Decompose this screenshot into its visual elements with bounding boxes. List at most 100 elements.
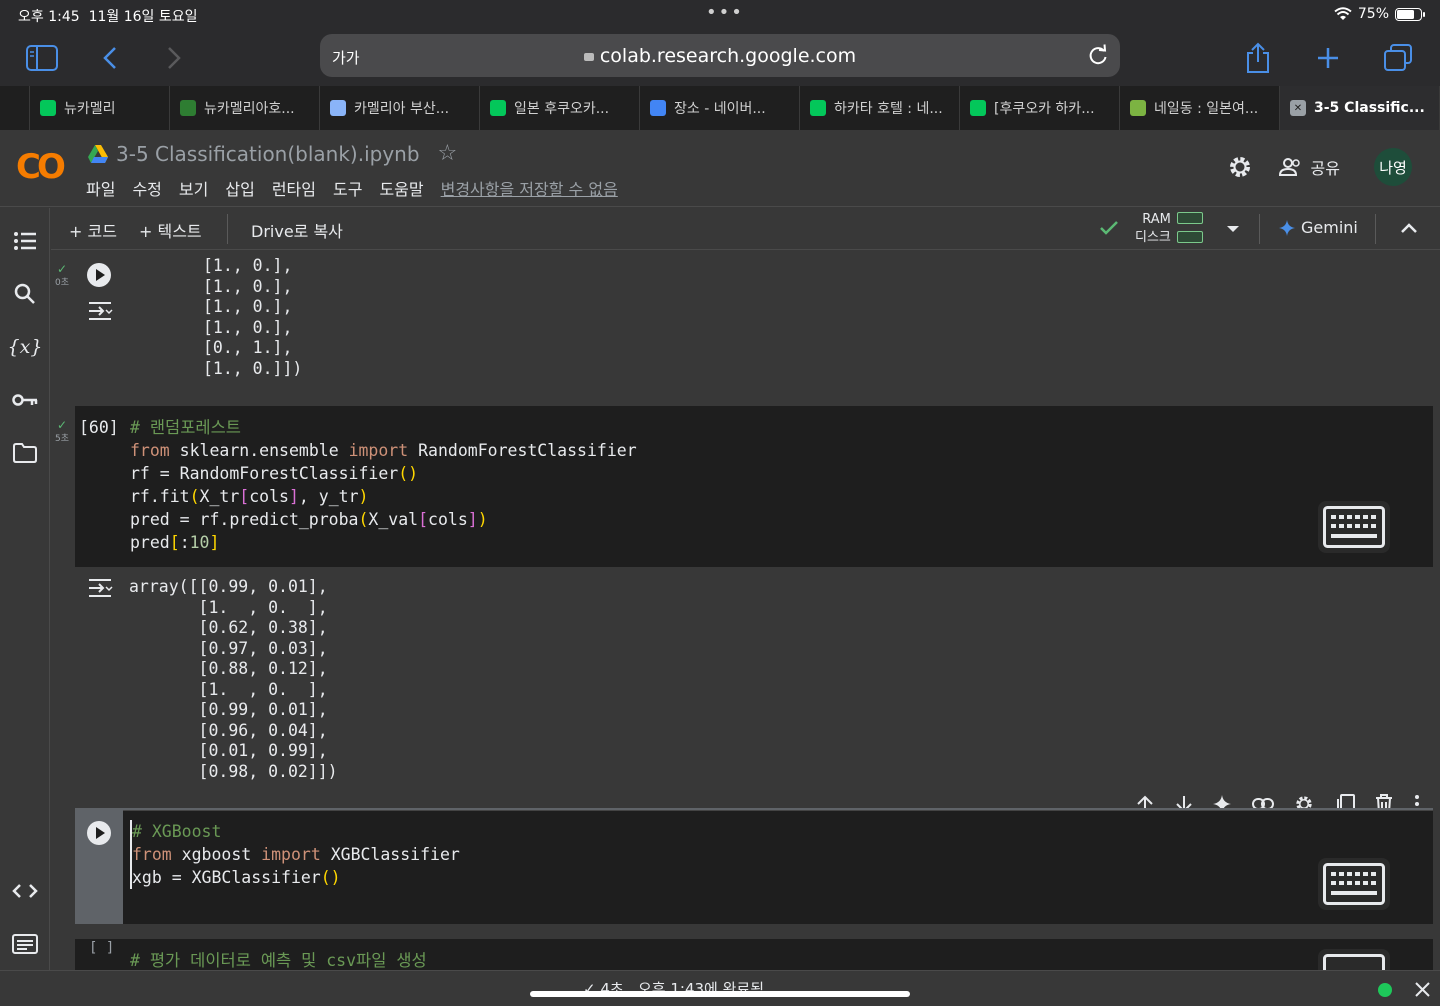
menu-item[interactable]: 도움말 (379, 176, 423, 200)
browser-tab[interactable]: 일본 후쿠오카... (480, 86, 640, 130)
add-code-button[interactable]: + 코드 (69, 218, 117, 242)
battery-percent: 75% (1357, 6, 1389, 22)
shield-icon (180, 100, 196, 116)
copy-to-drive-button[interactable]: Drive로 복사 (251, 218, 343, 242)
menu-bar: 파일 수정 보기 삽입 런타임 도구 도움말 변경사항을 저장할 수 없음 (86, 176, 618, 200)
keyboard-icon (1323, 506, 1385, 548)
output-line: [1. , 0. ], (129, 597, 328, 617)
run-cell-button[interactable] (87, 263, 111, 287)
code-editor[interactable]: # 평가 데이터로 예측 및 csv파일 생성 (130, 951, 427, 970)
address-bar[interactable]: 가가 colab.research.google.com (320, 34, 1120, 77)
browser-tab[interactable]: 뉴카멜리아호... (170, 86, 320, 130)
status-time: 오후 1:45 (18, 9, 80, 25)
home-indicator[interactable] (530, 991, 910, 997)
output-line: [1., 0.], (203, 317, 293, 337)
table-of-contents-icon[interactable] (10, 226, 40, 256)
blog-icon (490, 100, 506, 116)
star-icon[interactable]: ☆ (438, 141, 458, 166)
new-tab-plus-icon[interactable] (1308, 38, 1348, 78)
cell-exec-status: ✓ 5초 (54, 418, 69, 444)
code-snippets-icon[interactable] (10, 876, 40, 906)
unsaved-changes-link[interactable]: 변경사항을 저장할 수 없음 (441, 176, 618, 200)
menu-item[interactable]: 삽입 (225, 176, 254, 200)
secrets-key-icon[interactable] (10, 385, 40, 415)
browser-tab[interactable]: ✕ 3-5 Classific... (1280, 86, 1440, 130)
output-actions-icon[interactable] (87, 578, 113, 598)
disk-label: 디스크 (1135, 230, 1171, 245)
google-drive-icon (88, 144, 108, 163)
close-icon[interactable]: ✕ (1290, 100, 1306, 116)
output-line: array([[0.99, 0.01], (129, 577, 328, 596)
execution-count: [60] (79, 418, 119, 437)
browser-tab[interactable]: 카멜리아 부산... (320, 86, 480, 130)
browser-tab-label: 뉴카멜리아호... (204, 101, 295, 117)
output-actions-icon[interactable] (87, 301, 113, 321)
status-footer: ✓ 4초 오후 1:43에 완료됨 (0, 970, 1440, 1006)
browser-tab[interactable]: 하카타 호텔 : 네... (800, 86, 960, 130)
browser-tab-label: 일본 후쿠오카... (514, 101, 610, 117)
resource-monitor[interactable]: RAM 디스크 (1135, 211, 1171, 247)
keyboard-icon (1323, 954, 1385, 970)
run-cell-button[interactable] (87, 821, 111, 845)
notebook-toolbar: + 코드 + 텍스트 Drive로 복사 RAM 디스크 Gemini (51, 208, 1440, 250)
menu-item[interactable]: 런타임 (272, 176, 316, 200)
side-rail: {x} (0, 208, 50, 970)
virtual-keyboard-button[interactable] (1318, 949, 1390, 970)
colab-logo[interactable]: CO (16, 147, 66, 187)
avatar[interactable]: 나영 (1374, 148, 1412, 186)
battery-icon (1395, 7, 1425, 21)
blog-icon (970, 100, 986, 116)
ram-label: RAM (1142, 212, 1171, 227)
code-cell-xgboost[interactable]: # XGBoost from xgboost import XGBClassif… (75, 808, 1433, 924)
disk-meter (1177, 231, 1203, 243)
output-line: [1., 0.], (203, 276, 293, 296)
reload-icon[interactable] (1088, 44, 1108, 66)
browser-tab-label: [후쿠오카 하카... (994, 101, 1095, 117)
code-editor[interactable]: # XGBoost from xgboost import XGBClassif… (130, 820, 460, 889)
people-icon (1278, 158, 1300, 176)
output-line: [1., 0.], (203, 297, 293, 316)
ram-meter (1177, 212, 1203, 224)
code-cell-predict-csv[interactable]: [ ] # 평가 데이터로 예측 및 csv파일 생성 (75, 939, 1433, 970)
notebook-title[interactable]: 3-5 Classification(blank).ipynb (116, 142, 420, 166)
sidebar-toggle-icon[interactable] (22, 38, 62, 78)
lock-icon (583, 53, 594, 61)
menu-item[interactable]: 파일 (86, 176, 115, 200)
search-icon[interactable] (10, 279, 40, 309)
menu-item[interactable]: 보기 (179, 176, 208, 200)
browser-tab-label: 3-5 Classific... (1314, 100, 1425, 116)
connected-check-icon (1100, 221, 1118, 235)
browser-tab[interactable]: 뉴카멜리 (30, 86, 170, 130)
share-sheet-icon[interactable] (1238, 38, 1278, 78)
code-editor[interactable]: # 랜덤포레스트 from sklearn.ensemble import Ra… (130, 416, 637, 554)
browser-tab[interactable]: 장소 - 네이버... (640, 86, 800, 130)
back-arrow-icon[interactable] (90, 38, 130, 78)
output-line: [0.88, 0.12], (129, 659, 328, 678)
add-text-button[interactable]: + 텍스트 (139, 218, 202, 242)
naver-icon (810, 100, 826, 116)
tab-overview-icon[interactable] (1378, 38, 1418, 78)
output-line: [0.97, 0.03], (129, 638, 328, 658)
virtual-keyboard-button[interactable] (1318, 858, 1390, 910)
browser-tab-label: 하카타 호텔 : 네... (834, 101, 943, 117)
output-line: [0., 1.], (203, 338, 293, 357)
files-folder-icon[interactable] (10, 438, 40, 468)
forward-arrow-icon[interactable] (154, 38, 194, 78)
runtime-dropdown-chevron-icon[interactable] (1226, 225, 1240, 233)
variables-icon[interactable]: {x} (8, 332, 43, 362)
browser-tab[interactable]: [후쿠오카 하카... (960, 86, 1120, 130)
browser-tab[interactable]: 네일동 : 일본여... (1120, 86, 1280, 130)
collapse-header-chevron-icon[interactable] (1401, 223, 1417, 233)
close-icon[interactable] (1415, 982, 1430, 997)
multitasking-dots-icon[interactable]: ••• (706, 2, 744, 23)
virtual-keyboard-button[interactable] (1318, 501, 1390, 553)
share-button[interactable]: 공유 (1278, 155, 1340, 179)
menu-item[interactable]: 도구 (333, 176, 362, 200)
command-palette-icon[interactable] (10, 929, 40, 959)
gemini-button[interactable]: Gemini (1279, 218, 1358, 237)
code-cell-random-forest[interactable]: [60] # 랜덤포레스트 from sklearn.ensemble impo… (75, 406, 1433, 567)
settings-gear-icon[interactable] (1227, 154, 1253, 180)
blog-icon (40, 100, 56, 116)
browser-tab-label: 네일동 : 일본여... (1154, 101, 1259, 117)
menu-item[interactable]: 수정 (132, 176, 161, 200)
